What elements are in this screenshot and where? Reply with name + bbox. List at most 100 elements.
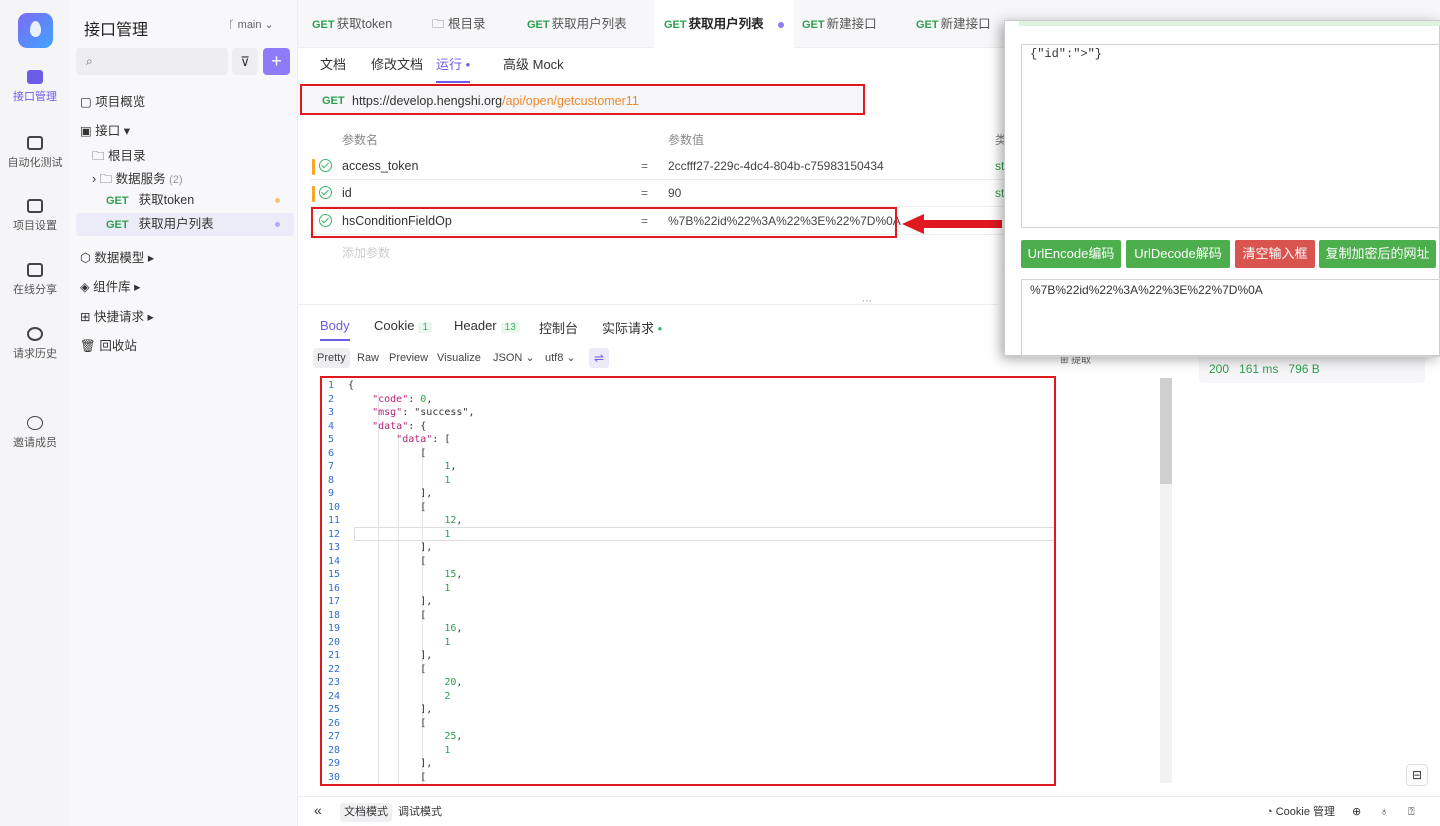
sidebar-title: 接口管理 (84, 22, 149, 39)
wrap-icon[interactable]: ⇌ (589, 348, 609, 368)
tab-get-users-active[interactable]: GET 获取用户列表 (654, 0, 794, 48)
caret-right-icon: ▸ (143, 310, 154, 324)
add-user-icon (27, 416, 43, 430)
doc-mode-button[interactable]: 文档模式 (340, 803, 392, 822)
url-bar[interactable]: GET https://develop.hengshi.org/api/open… (300, 84, 865, 115)
scrollbar[interactable] (1160, 378, 1172, 783)
tab-body[interactable]: Body (320, 318, 350, 341)
tree-item-get-users[interactable]: GET 获取用户列表 (76, 213, 294, 236)
rail-item-request-history[interactable]: 请求历史 (0, 327, 70, 361)
clear-input-button[interactable]: 清空输入框 (1235, 240, 1315, 268)
code-line: 19 16, (328, 623, 463, 634)
upload-icon[interactable]: ⊕ (1348, 803, 1365, 822)
add-param-input[interactable]: 添加参数 (342, 244, 390, 261)
url-text[interactable]: https://develop.hengshi.org/api/open/get… (352, 94, 639, 108)
branch-selector[interactable]: ᚴ main ⌄ (228, 18, 274, 31)
param-type[interactable]: st (995, 186, 1004, 200)
subtab-doc[interactable]: 文档 (320, 54, 346, 73)
bottom-bar: « 文档模式 调试模式 ◔ Cookie 管理 ⊕ ♁ ⍰ (298, 796, 1440, 826)
check-icon[interactable] (319, 186, 332, 199)
param-name[interactable]: id (342, 186, 352, 200)
status-code: 200 (1209, 362, 1230, 376)
param-name-header: 参数名 (342, 133, 379, 147)
caret-right-icon: ▸ (144, 251, 155, 265)
layout-icon[interactable]: ⊟ (1406, 764, 1428, 786)
format-json-select[interactable]: JSON ⌄ (489, 348, 539, 368)
check-icon[interactable] (319, 159, 332, 172)
code-line: 20 1 (328, 636, 451, 648)
subtab-run[interactable]: 运行 • (436, 54, 471, 83)
tree-item-data-model[interactable]: ⬡ 数据模型 ▸ (80, 247, 154, 266)
resize-handle[interactable]: ⋯ (862, 296, 872, 307)
tree-item-quick-request[interactable]: ⊞ 快捷请求 ▸ (80, 306, 154, 325)
format-pretty[interactable]: Pretty (313, 348, 350, 368)
tab-get-token[interactable]: GET 获取token (312, 0, 392, 48)
rail-item-invite-members[interactable]: 邀请成员 (0, 416, 70, 450)
shirt-icon[interactable]: ♁ (1376, 803, 1392, 822)
tree-item-root[interactable]: 🗀 根目录 (92, 145, 146, 168)
response-body-editor[interactable]: 1{2 "code": 0, 3 "msg": "success", 4 "data… (320, 376, 1056, 786)
code-line: 10 [ (328, 501, 427, 513)
tab-get-users-1[interactable]: GET 获取用户列表 (527, 0, 627, 48)
rail-item-online-share[interactable]: 在线分享 (0, 263, 70, 297)
encoding-select[interactable]: utf8 ⌄ (541, 348, 580, 368)
output-textarea[interactable]: %7B%22id%22%3A%22%3E%22%7D%0A (1021, 279, 1440, 357)
cookie-icon: ◔ (1266, 806, 1276, 818)
code-line: 17 ], (328, 596, 433, 607)
tab-root[interactable]: 🗀 根目录 (432, 0, 486, 48)
collapse-icon[interactable]: « (310, 801, 326, 820)
format-preview[interactable]: Preview (385, 348, 432, 368)
param-name[interactable]: access_token (342, 159, 418, 173)
urlencode-button[interactable]: UrlEncode编码 (1021, 240, 1121, 268)
param-value[interactable]: 90 (668, 186, 681, 200)
tab-cookie[interactable]: Cookie 1 (374, 318, 433, 333)
popup-top-strip (1019, 21, 1440, 26)
tree-item-recycle[interactable]: 🗑 回收站 (80, 335, 137, 354)
rail-item-automation[interactable]: 自动化测试 (0, 136, 70, 170)
help-icon[interactable]: ⍰ (1404, 803, 1419, 822)
code-line: 5 "data": [ (328, 434, 451, 445)
method-label: GET (322, 95, 345, 107)
code-line: 16 1 (328, 582, 451, 594)
tree-item-api[interactable]: ▣ 接口 ▾ (80, 120, 130, 139)
url-encode-popup: {"id":">"} UrlEncode编码 UrlDecode解码 清空输入框… (1004, 20, 1440, 357)
format-raw[interactable]: Raw (353, 348, 383, 368)
code-line: 21 ], (328, 650, 433, 661)
debug-mode-button[interactable]: 调试模式 (394, 803, 446, 822)
tab-new-api-1[interactable]: GET 新建接口 (802, 0, 877, 48)
param-row: access_token = 2ccfff27-229c-4dc4-804b-c… (310, 153, 1010, 180)
tab-actual-request[interactable]: 实际请求 • (602, 318, 662, 337)
subtab-edit-doc[interactable]: 修改文档 (371, 54, 423, 73)
tree-item-overview[interactable]: ▢ 项目概览 (80, 91, 145, 110)
rail-item-project-settings[interactable]: 项目设置 (0, 199, 70, 233)
history-icon (27, 327, 43, 341)
current-line (354, 527, 1054, 541)
param-value[interactable]: 2ccfff27-229c-4dc4-804b-c75983150434 (668, 159, 884, 173)
tab-new-api-2[interactable]: GET 新建接口 (916, 0, 991, 48)
tree-item-get-token[interactable]: GET 获取token (76, 189, 294, 212)
filter-button[interactable]: ⊽ (232, 48, 258, 75)
required-marker (312, 186, 315, 202)
rail-item-api-management[interactable]: 接口管理 (0, 70, 70, 104)
copy-url-button[interactable]: 复制加密后的网址 (1319, 240, 1436, 268)
urldecode-button[interactable]: UrlDecode解码 (1126, 240, 1230, 268)
tab-console[interactable]: 控制台 (539, 318, 578, 337)
code-line: 3 "msg": "success", (328, 407, 475, 418)
search-input[interactable]: ⌕ (76, 48, 228, 75)
arrow-left-icon (902, 214, 1002, 234)
input-textarea[interactable]: {"id":">"} (1021, 44, 1440, 228)
add-button[interactable]: + (263, 48, 290, 75)
param-type[interactable]: st (995, 159, 1004, 173)
overview-icon: ▢ (80, 95, 96, 109)
stack-icon (27, 136, 43, 150)
code-line: 24 2 (328, 690, 451, 702)
cookie-manage-button[interactable]: ◔ Cookie 管理 (1262, 803, 1339, 822)
scrollbar-thumb[interactable] (1160, 378, 1172, 484)
tree-item-components[interactable]: ◈ 组件库 ▸ (80, 276, 140, 295)
code-line: 8 1 (328, 474, 451, 486)
filter-icon: ⊽ (240, 54, 250, 69)
tree-item-data-service[interactable]: › 🗀 数据服务 (2) (92, 168, 183, 191)
format-visualize[interactable]: Visualize (433, 348, 485, 368)
tab-header[interactable]: Header 13 (454, 318, 520, 333)
subtab-advanced-mock[interactable]: 高级 Mock (503, 54, 564, 73)
